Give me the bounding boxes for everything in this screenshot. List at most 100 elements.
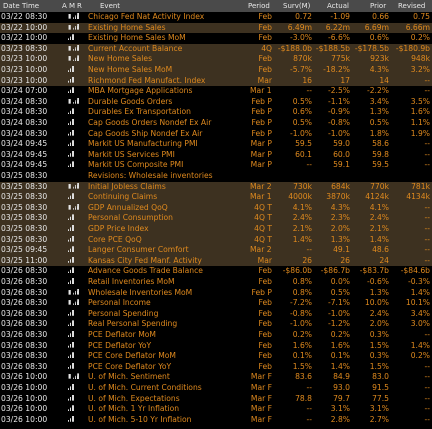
bar-chart-icon[interactable] — [68, 214, 74, 221]
bar-chart-icon[interactable] — [68, 267, 74, 274]
alert-flag-icon[interactable]: ▮ — [68, 24, 73, 31]
row-icons[interactable] — [68, 150, 90, 161]
table-row[interactable]: 03/26 10:00 U. of Mich. Current Condition… — [0, 383, 432, 394]
row-icons[interactable]: ▮ — [68, 372, 90, 383]
row-icons[interactable]: ▮ — [68, 203, 90, 214]
bar-chart-icon[interactable] — [73, 182, 80, 189]
row-icons[interactable] — [68, 309, 90, 320]
bar-chart-icon[interactable] — [68, 140, 74, 147]
bar-chart-icon[interactable] — [73, 97, 80, 104]
row-icons[interactable] — [68, 341, 90, 352]
table-row[interactable]: 03/24 09:45 Markit US Services PMI Mar P 60… — [0, 150, 432, 161]
row-icons[interactable] — [68, 213, 90, 224]
col-period[interactable]: Period — [248, 0, 270, 12]
alert-flag-icon[interactable]: ▮ — [68, 183, 73, 190]
table-row[interactable]: 03/26 08:30 Retail Inventories MoM Feb 0.8%… — [0, 277, 432, 288]
bar-chart-icon[interactable] — [68, 235, 74, 242]
bar-chart-icon[interactable] — [73, 23, 80, 30]
table-row[interactable]: 03/24 09:45 Markit US Manufacturing PMI Ma… — [0, 139, 432, 150]
table-row[interactable]: 03/26 08:30 PCE Core Deflator YoY Feb 1.5% 1… — [0, 362, 432, 373]
row-icons[interactable] — [68, 224, 90, 235]
bar-chart-icon[interactable] — [68, 256, 74, 263]
bar-chart-icon[interactable] — [68, 394, 74, 401]
row-icons[interactable]: ▮ — [68, 44, 90, 55]
table-row[interactable]: 03/26 08:30 Real Personal Spending Feb -1.0… — [0, 319, 432, 330]
bar-chart-icon[interactable] — [68, 405, 74, 412]
bar-chart-icon[interactable] — [68, 66, 74, 72]
table-row[interactable]: 03/26 08:30 PCE Deflator MoM Feb 0.2% 0.2% 0.… — [0, 330, 432, 341]
bar-chart-icon[interactable] — [68, 331, 74, 337]
row-icons[interactable] — [68, 362, 90, 373]
row-icons[interactable] — [68, 330, 90, 341]
table-row[interactable]: 03/26 10:00 U. of Mich. Expectations Mar F… — [0, 394, 432, 405]
row-icons[interactable] — [68, 139, 90, 150]
bar-chart-icon[interactable] — [68, 309, 74, 316]
table-row[interactable]: ▮ 03/26 10:00 U. of Mich. Sentiment Mar F 8… — [0, 372, 432, 383]
row-icons[interactable] — [68, 415, 90, 426]
col-m[interactable]: M — [69, 0, 75, 12]
table-row[interactable]: 03/24 07:00 MBA Mortgage Applications Mar … — [0, 86, 432, 97]
bar-chart-icon[interactable] — [73, 373, 80, 380]
row-icons[interactable] — [68, 118, 90, 129]
table-row[interactable]: 03/26 10:00 U. of Mich. 5-10 Yr Inflation… — [0, 415, 432, 426]
alert-flag-icon[interactable]: ▮ — [68, 299, 73, 306]
bar-chart-icon[interactable] — [68, 225, 74, 231]
row-icons[interactable] — [68, 86, 90, 97]
alert-flag-icon[interactable]: ▮ — [68, 204, 73, 211]
row-icons[interactable] — [68, 129, 90, 140]
col-date-time[interactable]: Date Time — [3, 0, 39, 12]
row-icons[interactable] — [68, 266, 90, 277]
bar-chart-icon[interactable] — [68, 278, 74, 284]
col-survey[interactable]: Surv(M) — [283, 0, 310, 12]
bar-chart-icon[interactable] — [68, 320, 74, 327]
table-row[interactable]: 03/25 08:30 Continuing Claims Mar 13 4000k 3… — [0, 192, 432, 203]
table-row[interactable]: 03/26 08:30 Personal Spending Feb -0.8% -1.0… — [0, 309, 432, 320]
row-icons[interactable]: ▮ — [68, 54, 90, 65]
bar-chart-icon[interactable] — [73, 203, 80, 210]
table-row[interactable]: 03/25 11:00 Kansas City Fed Manf. Activit… — [0, 255, 432, 267]
bar-chart-icon[interactable] — [73, 44, 80, 51]
bar-chart-icon[interactable] — [68, 76, 74, 83]
bar-chart-icon[interactable] — [68, 362, 74, 369]
row-icons[interactable]: ▮ — [68, 23, 90, 34]
col-r[interactable]: R — [77, 0, 82, 12]
table-row[interactable]: 03/26 08:30 PCE Deflator YoY Feb 1.6% 1.6% 1.… — [0, 341, 432, 352]
bar-chart-icon[interactable] — [68, 161, 74, 168]
table-row[interactable]: ▮ 03/26 08:30 Personal Income Feb -7.2% -7.1… — [0, 298, 432, 309]
table-row[interactable]: ▮ 03/25 08:30 GDP Annualized QoQ 4Q T 4.1% 4… — [0, 202, 432, 214]
col-event[interactable]: Event — [100, 0, 120, 12]
table-row[interactable]: 03/24 08:30 Cap Goods Ship Nondef Ex Air F… — [0, 129, 432, 140]
bar-chart-icon[interactable] — [68, 246, 74, 253]
table-row[interactable]: 03/26 08:30 Advance Goods Trade Balance Fe… — [0, 266, 432, 277]
table-row[interactable]: 03/26 08:30 PCE Core Deflator MoM Feb 0.1% 0… — [0, 351, 432, 362]
row-icons[interactable] — [68, 76, 90, 87]
table-row[interactable]: 03/25 08:30 GDP Price Index 4Q T 2.1% 2.0% 2.… — [0, 224, 432, 235]
col-actual[interactable]: Actual — [327, 0, 349, 12]
alert-flag-icon[interactable]: ▮ — [68, 289, 73, 296]
row-icons[interactable] — [68, 277, 90, 288]
bar-chart-icon[interactable] — [73, 55, 80, 62]
alert-flag-icon[interactable]: ▮ — [68, 98, 73, 105]
bar-chart-icon[interactable] — [68, 150, 74, 157]
row-icons[interactable]: ▮ — [68, 182, 90, 193]
bar-chart-icon[interactable] — [68, 352, 74, 359]
row-icons[interactable] — [68, 394, 90, 405]
row-icons[interactable]: ▮ — [68, 298, 90, 309]
row-icons[interactable] — [68, 256, 90, 267]
alert-flag-icon[interactable]: ▮ — [68, 373, 73, 380]
bar-chart-icon[interactable] — [68, 108, 74, 115]
bar-chart-icon[interactable] — [68, 119, 74, 125]
row-icons[interactable] — [68, 319, 90, 330]
table-row[interactable]: ▮ 03/25 08:30 Initial Jobless Claims Mar 2… — [0, 181, 432, 193]
row-icons[interactable] — [68, 107, 90, 118]
table-row[interactable]: 03/23 10:00 Richmond Fed Manufact. Index M… — [0, 75, 432, 87]
bar-chart-icon[interactable] — [68, 193, 74, 200]
col-prior[interactable]: Prior — [370, 0, 386, 12]
table-row[interactable]: 03/23 10:00 New Home Sales MoM Feb -5.7% -18… — [0, 65, 432, 76]
alert-flag-icon[interactable]: ▮ — [68, 13, 73, 20]
table-row[interactable]: 03/25 09:45 Langer Consumer Comfort Mar 21… — [0, 245, 432, 256]
bar-chart-icon[interactable] — [68, 34, 74, 41]
bar-chart-icon[interactable] — [68, 384, 74, 390]
bar-chart-icon[interactable] — [73, 13, 80, 19]
bar-chart-icon[interactable] — [73, 299, 80, 306]
